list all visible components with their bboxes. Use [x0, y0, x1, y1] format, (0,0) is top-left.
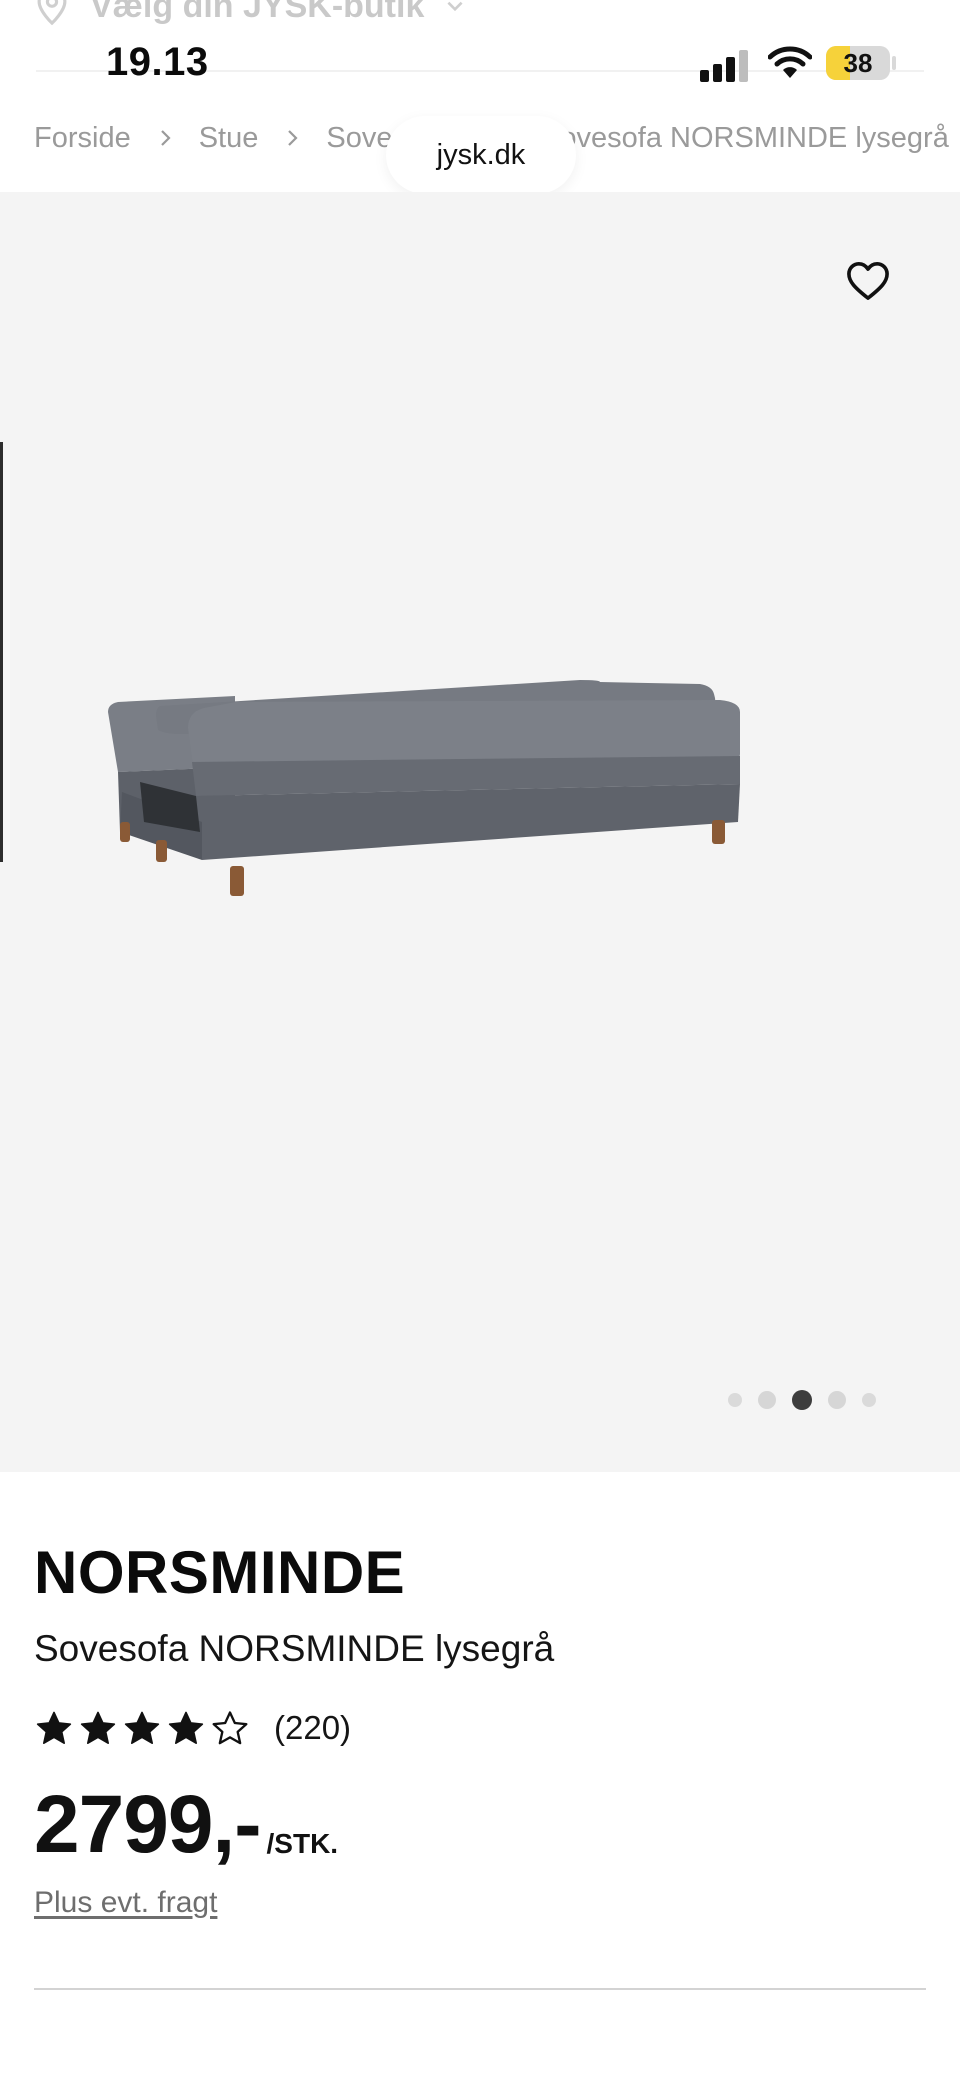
wifi-icon [768, 46, 812, 78]
product-name: Sovesofa NORSMINDE lysegrå [34, 1628, 555, 1669]
store-selector[interactable]: Vælg din JYSK-butik [34, 0, 466, 26]
product-image[interactable] [100, 672, 870, 972]
pagination-dot[interactable] [828, 1391, 846, 1409]
breadcrumb-item-living-room[interactable]: Stue [199, 122, 259, 155]
price-amount: 2799,- [34, 1779, 262, 1870]
chevron-down-icon [447, 1, 463, 12]
favorite-button[interactable] [840, 252, 896, 308]
price-unit: /STK. [266, 1828, 339, 1859]
pagination-dot[interactable] [758, 1391, 776, 1409]
status-time: 19.13 [106, 40, 209, 84]
chevron-right-icon [288, 130, 298, 146]
product-rating[interactable]: (220) [34, 1706, 351, 1750]
star-filled-icon [168, 1711, 204, 1744]
star-filled-icon [124, 1711, 160, 1744]
store-selector-label: Vælg din JYSK-butik [90, 0, 425, 25]
top-bar: Vælg din JYSK-butik 19.13 38 Forside Stu… [0, 0, 960, 194]
location-pin-icon [37, 0, 67, 26]
url-pill[interactable]: jysk.dk [386, 116, 576, 194]
gallery-edge [0, 442, 3, 862]
star-empty-icon [212, 1711, 248, 1745]
star-filled-icon [80, 1711, 116, 1744]
pagination-dot[interactable] [728, 1393, 742, 1407]
status-bar: 19.13 38 [0, 36, 960, 92]
product-image-gallery[interactable] [0, 192, 960, 1472]
product-price: 2799,- /STK. [34, 1784, 338, 1866]
battery-icon: 38 [826, 46, 890, 80]
freight-link[interactable]: Plus evt. fragt [34, 1886, 217, 1920]
breadcrumb-item-home[interactable]: Forside [34, 122, 131, 155]
cellular-signal-icon [700, 50, 748, 82]
rating-stars [34, 1708, 250, 1748]
pagination-dot[interactable] [862, 1393, 876, 1407]
product-brand: NORSMINDE [34, 1539, 406, 1606]
review-count[interactable]: (220) [274, 1709, 351, 1747]
star-filled-icon [36, 1711, 72, 1744]
product-page: Vælg din JYSK-butik 19.13 38 Forside Stu… [0, 0, 960, 2078]
heart-icon [847, 261, 889, 300]
image-pagination[interactable] [728, 1388, 876, 1412]
battery-nub [892, 56, 896, 70]
chevron-right-icon [160, 130, 171, 146]
section-divider [34, 1988, 926, 1990]
breadcrumb-item-current: Sovesofa NORSMINDE lysegrå [541, 121, 949, 154]
battery-percent: 38 [843, 48, 873, 78]
pagination-dot-active[interactable] [792, 1390, 812, 1410]
